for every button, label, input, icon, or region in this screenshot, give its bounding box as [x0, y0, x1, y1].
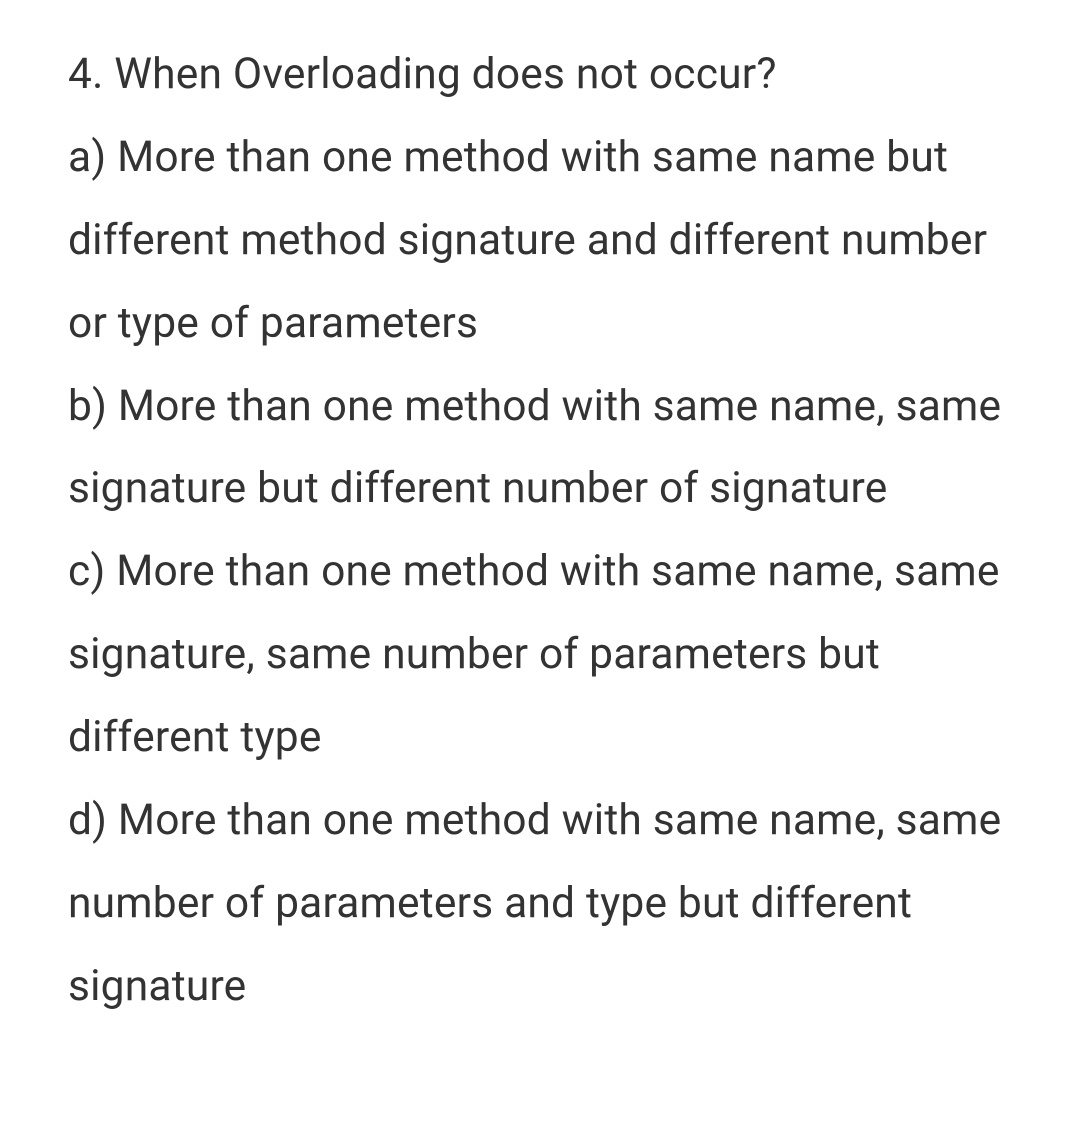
- option-b: b) More than one method with same name, …: [68, 366, 1020, 532]
- question-text: When Overloading does not occur?: [114, 50, 776, 99]
- option-label-a: a): [68, 133, 106, 182]
- question-number: 4.: [68, 50, 104, 99]
- option-text-a: More than one method with same name but …: [68, 133, 987, 348]
- question-container: 4. When Overloading does not occur? a) M…: [68, 34, 1020, 1029]
- option-label-c: c): [68, 547, 105, 596]
- option-text-d: More than one method with same name, sam…: [68, 796, 1001, 1011]
- option-c: c) More than one method with same name, …: [68, 531, 1020, 780]
- option-label-b: b): [68, 382, 107, 431]
- option-d: d) More than one method with same name, …: [68, 780, 1020, 1029]
- option-text-b: More than one method with same name, sam…: [68, 382, 1001, 514]
- question-line: 4. When Overloading does not occur?: [68, 34, 1020, 117]
- option-a: a) More than one method with same name b…: [68, 117, 1020, 366]
- option-text-c: More than one method with same name, sam…: [68, 547, 1000, 762]
- option-label-d: d): [68, 796, 107, 845]
